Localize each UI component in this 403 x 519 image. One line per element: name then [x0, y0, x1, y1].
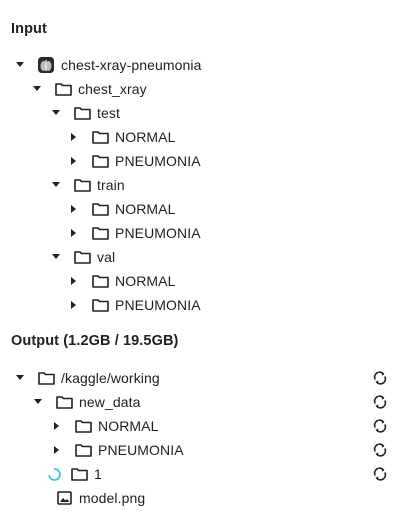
tree-item-model-png[interactable]: model.png [0, 486, 403, 510]
folder-icon [73, 105, 91, 121]
folder-icon [54, 81, 72, 97]
caret-down-icon[interactable] [15, 60, 25, 70]
caret-down-icon[interactable] [51, 252, 61, 262]
folder-icon [91, 225, 109, 241]
tree-item-test-pneumonia[interactable]: PNEUMONIA [0, 149, 403, 173]
folder-icon [91, 153, 109, 169]
caret-right-icon[interactable] [52, 421, 62, 431]
folder-label: new_data [79, 394, 141, 410]
folder-label: PNEUMONIA [98, 442, 184, 458]
sync-icon[interactable] [372, 418, 388, 434]
folder-icon [55, 394, 73, 410]
tree-item-test-normal[interactable]: NORMAL [0, 125, 403, 149]
folder-label: /kaggle/working [61, 370, 160, 386]
output-section-title: Output (1.2GB / 19.5GB) [11, 333, 179, 349]
folder-icon [73, 177, 91, 193]
folder-label: NORMAL [115, 129, 176, 145]
folder-icon [91, 129, 109, 145]
caret-right-icon[interactable] [69, 132, 79, 142]
folder-label: NORMAL [98, 418, 159, 434]
dataset-label: chest-xray-pneumonia [61, 57, 202, 73]
folder-icon [70, 466, 88, 482]
caret-down-icon[interactable] [33, 397, 43, 407]
caret-right-icon[interactable] [69, 228, 79, 238]
caret-down-icon[interactable] [51, 180, 61, 190]
folder-icon [37, 370, 55, 386]
sync-icon[interactable] [372, 394, 388, 410]
tree-item-test[interactable]: test [0, 101, 403, 125]
tree-item-new-data-pneumonia[interactable]: PNEUMONIA [0, 438, 403, 462]
tree-item-new-data[interactable]: new_data [0, 390, 403, 414]
folder-label: NORMAL [115, 201, 176, 217]
file-label: model.png [79, 490, 146, 506]
folder-label: PNEUMONIA [115, 297, 201, 313]
tree-item-dataset[interactable]: chest-xray-pneumonia [0, 53, 403, 77]
caret-right-icon[interactable] [69, 156, 79, 166]
caret-down-icon[interactable] [51, 108, 61, 118]
folder-label: 1 [94, 466, 102, 482]
folder-icon [74, 418, 92, 434]
caret-right-icon[interactable] [52, 445, 62, 455]
tree-item-train[interactable]: train [0, 173, 403, 197]
caret-right-icon[interactable] [69, 276, 79, 286]
tree-item-val[interactable]: val [0, 245, 403, 269]
input-section-title: Input [11, 21, 47, 37]
folder-icon [91, 201, 109, 217]
file-browser-panel: Input chest-xray-pneumonia chest_xray te… [0, 0, 403, 519]
tree-item-chest-xray[interactable]: chest_xray [0, 77, 403, 101]
folder-label: train [97, 177, 125, 193]
sync-icon[interactable] [372, 466, 388, 482]
tree-item-train-pneumonia[interactable]: PNEUMONIA [0, 221, 403, 245]
tree-item-val-normal[interactable]: NORMAL [0, 269, 403, 293]
sync-icon[interactable] [372, 442, 388, 458]
loading-spinner-icon [48, 467, 61, 481]
image-file-icon [55, 490, 73, 506]
tree-item-folder-1[interactable]: 1 [0, 462, 403, 486]
folder-label: PNEUMONIA [115, 225, 201, 241]
folder-icon [73, 249, 91, 265]
tree-item-train-normal[interactable]: NORMAL [0, 197, 403, 221]
caret-right-icon[interactable] [69, 300, 79, 310]
tree-item-new-data-normal[interactable]: NORMAL [0, 414, 403, 438]
tree-item-kaggle-working[interactable]: /kaggle/working [0, 366, 403, 390]
folder-icon [91, 273, 109, 289]
folder-label: PNEUMONIA [115, 153, 201, 169]
caret-down-icon[interactable] [15, 373, 25, 383]
folder-label: test [97, 105, 120, 121]
folder-icon [91, 297, 109, 313]
tree-item-val-pneumonia[interactable]: PNEUMONIA [0, 293, 403, 317]
folder-icon [74, 442, 92, 458]
folder-label: chest_xray [78, 81, 147, 97]
dataset-thumbnail-icon [37, 57, 55, 73]
caret-down-icon[interactable] [32, 84, 42, 94]
folder-label: NORMAL [115, 273, 176, 289]
folder-label: val [97, 249, 116, 265]
sync-icon[interactable] [372, 370, 388, 386]
caret-right-icon[interactable] [69, 204, 79, 214]
